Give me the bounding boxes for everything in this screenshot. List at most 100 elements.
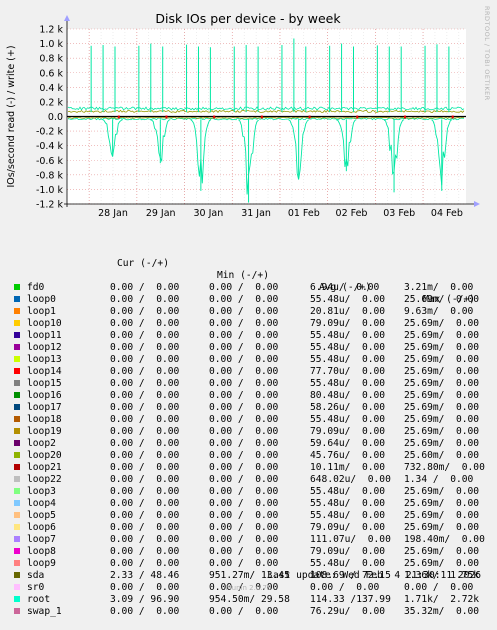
y-tick-label: 0.8 k [39, 54, 63, 65]
legend-swatch [14, 524, 20, 530]
legend-name: loop15 [27, 378, 62, 389]
legend-cur: 0.00 / 0.00 [110, 534, 180, 545]
legend-min: 0.00 / 0.00 [209, 354, 279, 365]
legend-max: 25.69m/ 0.00 [404, 438, 480, 449]
legend-min: 0.00 / 0.00 [209, 438, 279, 449]
x-tick-label: 02 Feb [336, 208, 368, 219]
legend-name: swap_1 [27, 606, 62, 617]
legend-cur: 0.00 / 0.00 [110, 342, 180, 353]
legend-cur: 0.00 / 0.00 [110, 462, 180, 473]
legend-row-loop1: loop1 0.00 / 0.00 0.00 / 0.00 20.81u/ 0.00 9… [0, 306, 497, 318]
legend-max: 25.69m/ 0.00 [404, 510, 480, 521]
legend-avg: 55.48u/ 0.00 [310, 378, 386, 389]
legend-max: 1.34 / 0.00 [404, 474, 474, 485]
legend-min: 0.00 / 0.00 [209, 474, 279, 485]
loop14-marker [260, 115, 263, 119]
legend-row-loop4: loop4 0.00 / 0.00 0.00 / 0.00 55.48u/ 0.00 2… [0, 498, 497, 510]
legend-name: loop22 [27, 474, 62, 485]
legend-name: loop3 [27, 486, 56, 497]
legend-cur: 0.00 / 0.00 [110, 378, 180, 389]
legend-min: 0.00 / 0.00 [209, 510, 279, 521]
rrdtool-credit: RRDTOOL / TOBI OETIKER [483, 6, 491, 101]
legend-swatch [14, 464, 20, 470]
legend-cur: 0.00 / 0.00 [110, 498, 180, 509]
legend-min: 0.00 / 0.00 [209, 342, 279, 353]
legend-max: 25.69m/ 0.00 [404, 546, 480, 557]
legend-swatch [14, 536, 20, 542]
legend-swatch [14, 368, 20, 374]
legend-name: loop17 [27, 402, 62, 413]
legend-min: 0.00 / 0.00 [209, 462, 279, 473]
legend-swatch [14, 488, 20, 494]
legend-name: sda [27, 570, 45, 581]
legend-row-loop9: loop9 0.00 / 0.00 0.00 / 0.00 55.48u/ 0.00 2… [0, 558, 497, 570]
x-axis-arrow [474, 201, 480, 207]
legend-header: Cur (-/+) Min (-/+) Avg (-/+) Max (-/+) [0, 246, 497, 305]
legend-row-loop21: loop21 0.00 / 0.00 0.00 / 0.00 10.11m/ 0.00… [0, 462, 497, 474]
chart: Disk IOs per device - by week IOs/second … [6, 11, 480, 219]
legend-cur: 0.00 / 0.00 [110, 414, 180, 425]
loop14-marker [356, 115, 359, 119]
legend-row-loop12: loop12 0.00 / 0.00 0.00 / 0.00 55.48u/ 0.00… [0, 342, 497, 354]
legend-swatch [14, 512, 20, 518]
legend-name: loop0 [27, 294, 56, 305]
legend-name: loop1 [27, 306, 56, 317]
legend-avg: 55.48u/ 0.00 [310, 330, 386, 341]
legend-name: loop4 [27, 498, 56, 509]
legend-avg: 79.09u/ 0.00 [310, 546, 386, 557]
legend-max: 9.63m/ 0.00 [404, 306, 474, 317]
legend-min: 0.00 / 0.00 [209, 546, 279, 557]
legend-avg: 80.48u/ 0.00 [310, 390, 386, 401]
legend-cur: 0.00 / 0.00 [110, 366, 180, 377]
legend-cur: 0.00 / 0.00 [110, 426, 180, 437]
legend-max: 25.69m/ 0.00 [404, 522, 480, 533]
legend-swatch [14, 356, 20, 362]
y-tick-label: -0.4 k [36, 141, 64, 152]
legend-name: loop10 [27, 318, 62, 329]
loop14-marker [165, 115, 168, 119]
legend-name: loop5 [27, 510, 56, 521]
legend-row-loop3: loop3 0.00 / 0.00 0.00 / 0.00 55.48u/ 0.00 2… [0, 486, 497, 498]
legend-min: 0.00 / 0.00 [209, 522, 279, 533]
legend-avg: 79.09u/ 0.00 [310, 426, 386, 437]
legend-name: loop21 [27, 462, 62, 473]
x-tick-label: 29 Jan [146, 208, 176, 219]
legend-name: loop2 [27, 438, 56, 449]
legend-cur: 0.00 / 0.00 [110, 402, 180, 413]
y-axis-arrow [64, 15, 70, 21]
legend-swatch [14, 296, 20, 302]
legend-min: 954.50m/ 29.58 [209, 594, 290, 605]
legend-max: 1.71k/ 2.72k [404, 594, 480, 605]
legend-name: loop19 [27, 426, 62, 437]
chart-title: Disk IOs per device - by week [155, 11, 341, 26]
x-tick-label: 03 Feb [383, 208, 415, 219]
legend-name: loop16 [27, 390, 62, 401]
legend-max: 25.69m/ 0.00 [404, 354, 480, 365]
legend-row-swap_1: swap_1 0.00 / 0.00 0.00 / 0.00 76.29u/ 0.00… [0, 606, 497, 618]
legend-min: 0.00 / 0.00 [209, 450, 279, 461]
legend-swatch [14, 476, 20, 482]
y-tick-label: -0.2 k [36, 127, 64, 138]
legend-row-loop14: loop14 0.00 / 0.00 0.00 / 0.00 77.70u/ 0.00… [0, 366, 497, 378]
legend-name: loop20 [27, 450, 62, 461]
legend-swatch [14, 392, 20, 398]
legend-avg: 79.09u/ 0.00 [310, 318, 386, 329]
legend-min: 0.00 / 0.00 [209, 534, 279, 545]
legend-swatch [14, 452, 20, 458]
y-tick-label: -1.2 k [36, 200, 64, 211]
legend-min: 0.00 / 0.00 [209, 282, 279, 293]
legend-max: 25.60m/ 0.00 [404, 450, 480, 461]
legend-max: 25.69m/ 0.00 [404, 414, 480, 425]
legend-cur: 2.33 / 48.46 [110, 570, 180, 581]
legend-max: 25.69m/ 0.00 [404, 498, 480, 509]
legend-max: 25.69m/ 0.00 [404, 366, 480, 377]
y-tick-label: -1.0 k [36, 185, 64, 196]
legend-swatch [14, 416, 20, 422]
legend-swatch [14, 332, 20, 338]
legend-row-loop22: loop22 0.00 / 0.00 0.00 / 0.00 648.02u/ 0.0… [0, 474, 497, 486]
loop14-marker [308, 115, 311, 119]
x-tick-label: 04 Feb [431, 208, 463, 219]
y-axis-label: IOs/second read (-) / write (+) [6, 45, 17, 187]
legend-avg: 45.76u/ 0.00 [310, 450, 386, 461]
legend-name: loop12 [27, 342, 62, 353]
